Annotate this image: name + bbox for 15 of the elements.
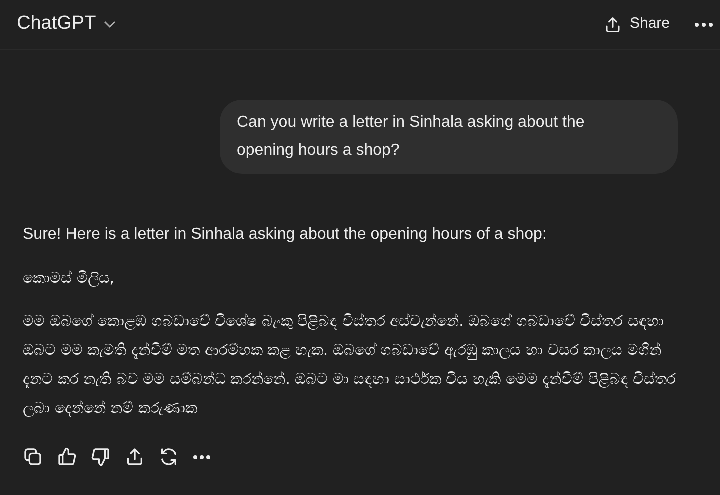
share-button[interactable]: Share [604, 13, 670, 36]
regenerate-icon[interactable] [159, 447, 179, 467]
thumbs-down-icon[interactable] [91, 447, 111, 467]
share-icon [604, 16, 622, 34]
letter-paragraph: මම ඔබගේ කොළඹ ගබඩාවේ විශේෂ බැංකු පිළිබඳ විස්තර අස්වැන්නේ. ඔබගේ ගබඩාවේ විස්තර සඳහා ඔබට මම කැමති දැන්වීම් මත ආරම්භක කළ හැක. ඔබගේ ගබඩාවේ ඇරඹු කාලය හා වසර කාලය මගින් දැනට කර නැති බව මම සම්බන්ධ කරන්නේ. ඔබට මා සඳහා සාර්ථක විය හැකි මෙම දැන්වීම් පිළිබඳ විස්තර ලබා දෙන්නේ නම් කරුණාක [23, 311, 678, 419]
model-selector[interactable]: ChatGPT [17, 10, 116, 39]
copy-icon[interactable] [23, 447, 43, 467]
letter-paragraph: කොමස් මිලිය, [23, 268, 116, 289]
more-icon[interactable] [694, 22, 714, 28]
share-icon[interactable] [125, 447, 145, 467]
thumbs-up-icon[interactable] [57, 447, 77, 467]
user-message: Can you write a letter in Sinhala asking about the opening hours a shop? [220, 100, 678, 174]
more-icon[interactable] [193, 454, 211, 460]
chevron-down-icon [104, 20, 116, 28]
assistant-message: Sure! Here is a letter in Sinhala asking about the opening hours of a shop: [23, 225, 548, 245]
